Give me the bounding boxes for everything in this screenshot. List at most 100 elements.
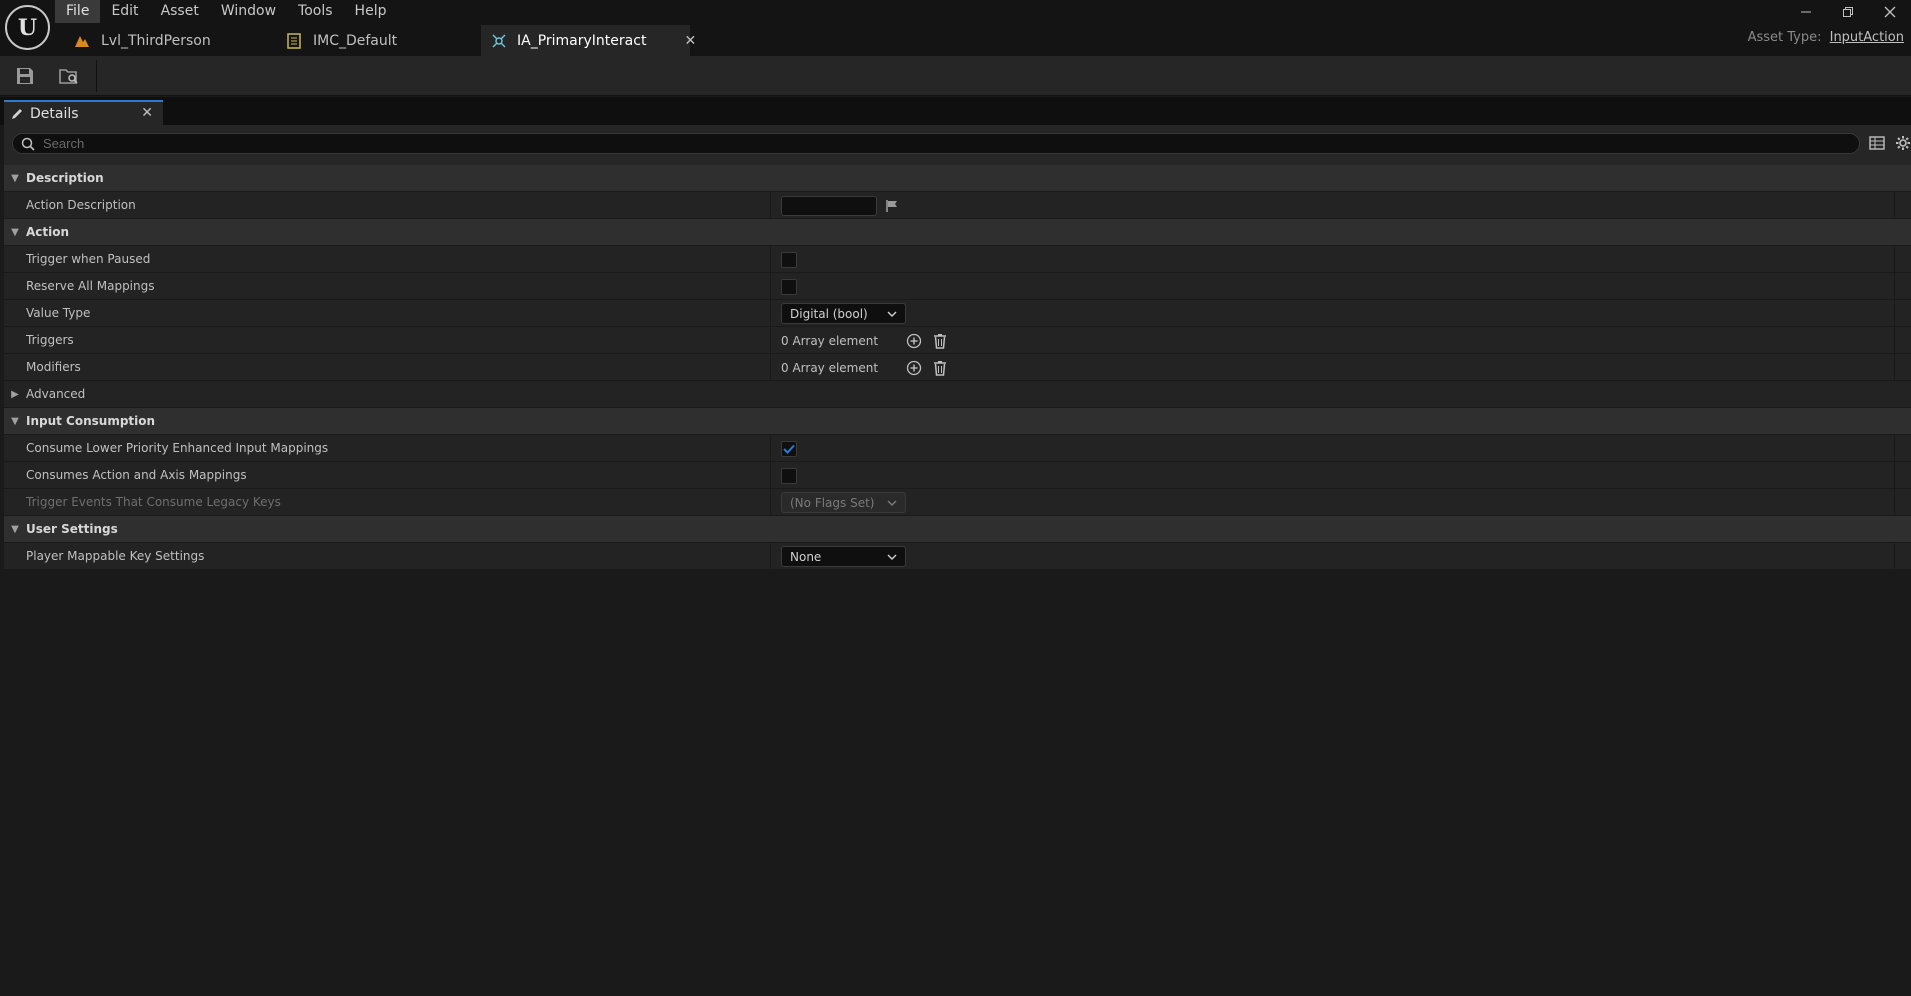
property-value <box>781 192 899 219</box>
action-description-input[interactable] <box>781 195 877 216</box>
category-input-consumption[interactable]: ▼ Input Consumption <box>4 408 1911 435</box>
column-divider <box>770 273 771 300</box>
details-tab[interactable]: Details ✕ <box>4 100 163 125</box>
asset-type-label: Asset Type: <box>1747 30 1822 45</box>
expanded-arrow-icon: ▼ <box>11 415 19 427</box>
column-divider <box>770 462 771 489</box>
chevron-down-icon <box>887 554 897 560</box>
row-trigger-when-paused: Trigger when Paused <box>4 246 1911 273</box>
asset-type-link[interactable]: InputAction <box>1830 30 1904 45</box>
category-title: Input Consumption <box>26 414 156 428</box>
category-description[interactable]: ▼ Description <box>4 165 1911 192</box>
input-action-icon <box>491 33 507 49</box>
row-player-mappable: Player Mappable Key Settings None <box>4 543 1911 570</box>
category-user-settings[interactable]: ▼ User Settings <box>4 516 1911 543</box>
details-tab-bar: Details ✕ <box>0 97 1911 125</box>
column-divider <box>770 246 771 273</box>
browse-to-asset-icon[interactable] <box>56 64 82 88</box>
row-advanced[interactable]: ▶ Advanced <box>4 381 1911 408</box>
property-value: None <box>781 543 906 570</box>
delete-all-icon[interactable] <box>931 332 949 350</box>
property-value: Digital (bool) <box>781 300 906 327</box>
column-divider <box>770 435 771 462</box>
row-consume-lower-priority: Consume Lower Priority Enhanced Input Ma… <box>4 435 1911 462</box>
search-row <box>4 125 1911 165</box>
input-mapping-context-icon <box>285 32 303 49</box>
property-label: Modifiers <box>26 360 81 374</box>
array-count: 0 Array element <box>781 333 879 348</box>
save-icon[interactable] <box>12 64 38 88</box>
search-box[interactable] <box>12 133 1860 154</box>
menu-file[interactable]: File <box>55 0 101 23</box>
column-divider <box>1894 543 1895 570</box>
consumes-action-axis-checkbox[interactable] <box>781 467 797 484</box>
tab-label: IA_PrimaryInteract <box>517 32 647 49</box>
property-label: Player Mappable Key Settings <box>26 549 205 563</box>
close-window-icon[interactable] <box>1869 0 1911 23</box>
title-bar: U File Edit Asset Window Tools Help Lvl_… <box>0 0 1911 56</box>
restore-icon[interactable] <box>1827 0 1869 23</box>
property-label: Reserve All Mappings <box>26 279 155 293</box>
toolbar <box>0 56 1911 96</box>
property-value <box>781 273 797 300</box>
property-value <box>781 246 797 273</box>
column-divider <box>1894 327 1895 354</box>
property-label: Consumes Action and Axis Mappings <box>26 468 247 482</box>
tab-imc-default[interactable]: IMC_Default <box>275 25 481 56</box>
category-title: Action <box>26 225 70 239</box>
property-label: Trigger when Paused <box>26 252 151 266</box>
delete-all-icon[interactable] <box>931 359 949 377</box>
add-element-icon[interactable] <box>905 332 923 350</box>
search-input[interactable] <box>43 136 1823 151</box>
search-tools <box>1869 135 1911 151</box>
property-value <box>781 435 797 462</box>
reserve-all-mappings-checkbox[interactable] <box>781 278 797 295</box>
array-count: 0 Array element <box>781 360 879 375</box>
column-divider <box>1894 246 1895 273</box>
add-element-icon[interactable] <box>905 359 923 377</box>
column-divider <box>1894 489 1895 516</box>
collapsed-arrow-icon: ▶ <box>11 388 19 400</box>
consume-lower-priority-checkbox[interactable] <box>781 440 797 457</box>
chevron-down-icon <box>887 500 897 506</box>
chevron-down-icon <box>887 311 897 317</box>
minimize-icon[interactable] <box>1785 0 1827 23</box>
menu-edit[interactable]: Edit <box>100 0 149 23</box>
tab-label: Lvl_ThirdPerson <box>101 32 211 49</box>
category-title: Description <box>26 171 104 185</box>
table-view-icon[interactable] <box>1869 135 1885 151</box>
property-value: (No Flags Set) <box>781 489 906 516</box>
column-divider <box>770 192 771 219</box>
property-value: 0 Array element <box>781 327 957 354</box>
column-divider <box>1894 435 1895 462</box>
search-icon <box>21 137 35 151</box>
column-divider <box>770 489 771 516</box>
trigger-when-paused-checkbox[interactable] <box>781 251 797 268</box>
close-panel-icon[interactable]: ✕ <box>141 105 153 121</box>
column-divider <box>770 354 771 381</box>
unreal-logo-icon[interactable]: U <box>5 5 50 50</box>
player-mappable-dropdown[interactable]: None <box>781 546 906 567</box>
menu-asset[interactable]: Asset <box>150 0 210 23</box>
column-divider <box>1894 273 1895 300</box>
menu-help[interactable]: Help <box>344 0 398 23</box>
localization-flag-icon[interactable] <box>885 199 899 213</box>
column-divider <box>1894 354 1895 381</box>
value-type-dropdown[interactable]: Digital (bool) <box>781 303 906 324</box>
trigger-events-dropdown: (No Flags Set) <box>781 492 906 513</box>
tab-label: IMC_Default <box>313 32 398 49</box>
details-tab-label: Details <box>30 105 79 122</box>
tab-ia-primaryinteract[interactable]: IA_PrimaryInteract ✕ <box>481 25 696 56</box>
menu-tools[interactable]: Tools <box>287 0 344 23</box>
checkmark-icon <box>783 444 795 454</box>
property-label: Triggers <box>26 333 74 347</box>
category-action[interactable]: ▼ Action <box>4 219 1911 246</box>
dropdown-value: (No Flags Set) <box>790 495 875 510</box>
row-consumes-action-axis: Consumes Action and Axis Mappings <box>4 462 1911 489</box>
pencil-icon <box>10 107 24 121</box>
settings-gear-icon[interactable] <box>1895 135 1911 151</box>
column-divider <box>770 327 771 354</box>
close-tab-icon[interactable]: ✕ <box>684 33 696 49</box>
menu-window[interactable]: Window <box>210 0 287 23</box>
tab-lvl-thirdperson[interactable]: Lvl_ThirdPerson <box>63 25 275 56</box>
